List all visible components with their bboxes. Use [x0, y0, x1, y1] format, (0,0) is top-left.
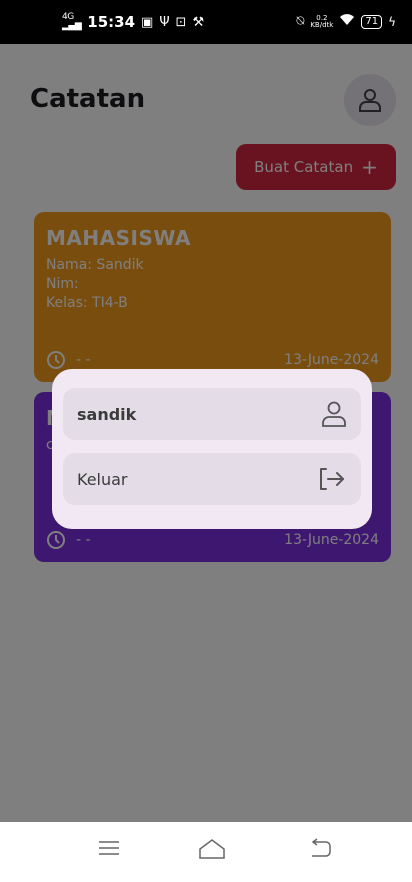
menu-logout-label: Keluar — [77, 469, 128, 489]
data-speed-unit: KB/dtk — [310, 20, 334, 29]
menu-icon[interactable] — [97, 838, 121, 858]
menu-item-logout[interactable]: Keluar — [63, 453, 361, 505]
tools-icon: ⚒ — [192, 14, 205, 30]
system-nav-bar — [0, 822, 412, 882]
menu-item-user[interactable]: sandik — [63, 388, 361, 440]
status-bar: 4G ▂▄▆ 15:34 ▣ Ψ ⊡ ⚒ ⍉ 0.2 KB/dtk 71 ϟ — [0, 0, 412, 44]
mute-icon: ⍉ — [296, 14, 305, 29]
usb-icon: Ψ — [159, 14, 170, 30]
menu-user-label: sandik — [77, 404, 137, 424]
charging-icon: ϟ — [388, 14, 396, 29]
data-speed: 0.2 KB/dtk — [310, 14, 334, 29]
cell-signal-icon: 4G ▂▄▆ — [62, 12, 82, 31]
message-icon: ⊡ — [175, 14, 187, 30]
app-notification-icon: ▣ — [141, 14, 154, 30]
status-left: 4G ▂▄▆ 15:34 ▣ Ψ ⊡ ⚒ — [62, 12, 205, 32]
logout-icon — [320, 468, 344, 490]
network-type-label: 4G — [62, 12, 74, 22]
user-icon — [322, 401, 346, 427]
back-icon[interactable] — [308, 838, 332, 858]
battery-level: 71 — [365, 15, 379, 27]
wifi-icon — [339, 13, 355, 30]
account-menu: sandik Keluar — [52, 369, 372, 529]
battery-icon: 71 — [361, 14, 383, 29]
status-time: 15:34 — [87, 13, 136, 31]
status-right: ⍉ 0.2 KB/dtk 71 ϟ — [297, 13, 396, 30]
home-icon[interactable] — [198, 838, 226, 860]
